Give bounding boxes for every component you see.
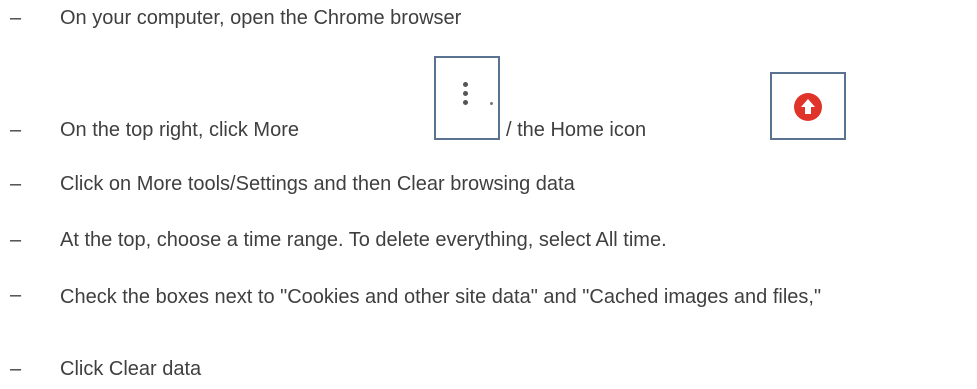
step-text-continued: / the Home icon [506, 119, 647, 141]
bullet-dash: – [10, 173, 22, 195]
more-menu-icon-screenshot [434, 56, 500, 140]
step-text: Check the boxes next to "Cookies and oth… [60, 286, 822, 308]
home-icon-screenshot [770, 72, 846, 140]
red-circle-arrow-up-icon [794, 93, 822, 121]
vertical-dots-icon [463, 82, 469, 109]
bullet-dash: – [10, 358, 22, 380]
step-text: On your computer, open the Chrome browse… [60, 7, 462, 29]
cursor-dot [490, 102, 493, 105]
step-text: Click on More tools/Settings and then Cl… [60, 173, 575, 195]
step-text: At the top, choose a time range. To dele… [60, 229, 667, 251]
bullet-dash: – [10, 284, 22, 306]
bullet-dash: – [10, 7, 22, 29]
bullet-dash: – [10, 229, 22, 251]
bullet-dash: – [10, 119, 22, 141]
step-text: Click Clear data [60, 358, 202, 380]
